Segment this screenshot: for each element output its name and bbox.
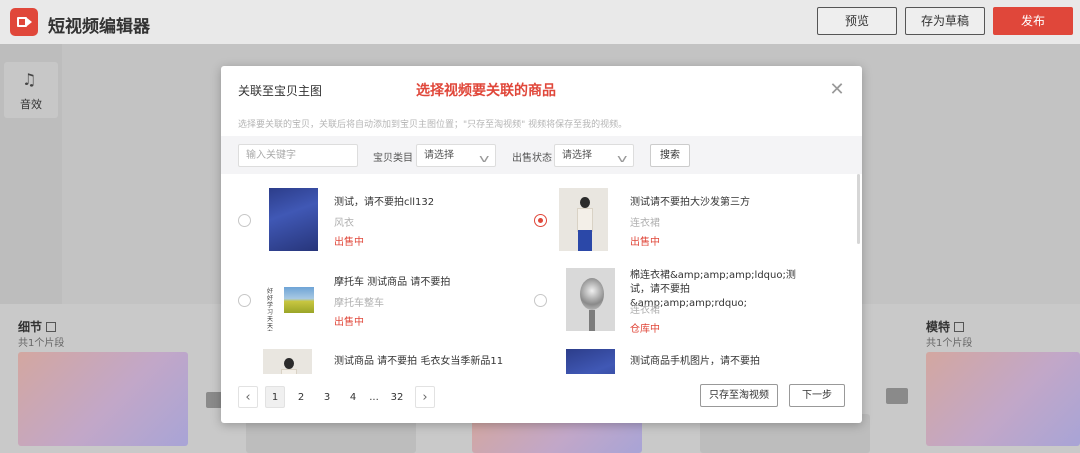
page-button[interactable]: 32 <box>384 386 410 408</box>
product-item[interactable]: 测试请不要拍大沙发第三方 连衣裙 出售中 <box>534 188 834 268</box>
video-camera-icon <box>10 8 38 36</box>
chevron-right-icon[interactable]: › <box>415 386 435 408</box>
segment-count-right: 共1个片段 <box>926 338 973 349</box>
product-name: 测试商品 请不要拍 毛衣女当季新品11 <box>334 356 504 367</box>
category-filter-label: 宝贝类目 <box>373 153 413 164</box>
product-category: 连衣裙 <box>630 305 660 316</box>
status-select[interactable]: 请选择 v <box>554 144 634 167</box>
product-image <box>263 349 312 374</box>
product-status: 出售中 <box>334 237 364 248</box>
product-image <box>559 188 608 251</box>
product-image-text: 好好学习天天向上 <box>267 288 274 331</box>
page-ellipsis: ... <box>369 392 379 403</box>
product-radio[interactable] <box>238 294 251 307</box>
status-select-value: 请选择 <box>562 150 592 161</box>
link-product-dialog: 关联至宝贝主图 选择视频要关联的商品 ✕ 选择要关联的宝贝，关联后将自动添加到宝… <box>221 66 862 423</box>
clip-thumbnail[interactable] <box>18 352 188 446</box>
preview-button[interactable]: 预览 <box>817 7 897 35</box>
product-item[interactable]: 测试商品 请不要拍 毛衣女当季新品11 <box>238 349 538 374</box>
next-step-button[interactable]: 下一步 <box>789 384 845 407</box>
product-item[interactable]: 棉连衣裙&amp;amp;amp;ldquo;测试，请不要拍&amp;amp;a… <box>534 268 834 348</box>
product-item[interactable]: 测试，请不要拍cll132 风衣 出售中 <box>238 188 538 268</box>
status-filter-label: 出售状态 <box>512 153 552 164</box>
product-radio[interactable] <box>534 214 547 227</box>
product-radio[interactable] <box>534 294 547 307</box>
product-name: 摩托车 测试商品 请不要拍 <box>334 277 451 288</box>
clip-thumbnail[interactable] <box>926 352 1080 446</box>
page-button[interactable]: 1 <box>265 386 285 408</box>
category-select-value: 请选择 <box>424 150 454 161</box>
app-title: 短视频编辑器 <box>48 17 150 37</box>
product-item[interactable]: 好好学习天天向上 摩托车 测试商品 请不要拍 摩托车整车 出售中 <box>238 268 538 348</box>
product-item[interactable]: 测试商品手机图片，请不要拍 <box>534 349 834 374</box>
search-button[interactable]: 搜索 <box>650 144 690 167</box>
transition-icon[interactable] <box>886 388 908 404</box>
segment-title-text: 模特 <box>926 320 951 334</box>
product-status: 出售中 <box>334 317 364 328</box>
page-button[interactable]: 2 <box>291 386 311 408</box>
edit-icon[interactable] <box>954 322 965 332</box>
sound-effect-label: 音效 <box>20 98 42 111</box>
chevron-down-icon: v <box>617 152 628 165</box>
page-button[interactable]: 4 <box>343 386 363 408</box>
publish-button[interactable]: 发布 <box>993 7 1073 35</box>
segment-title-left: 细节 <box>18 318 57 335</box>
close-icon[interactable]: ✕ <box>828 81 846 99</box>
filter-bar: 输入关键字 宝贝类目 请选择 v 出售状态 请选择 v 搜索 <box>221 136 862 174</box>
product-status: 仓库中 <box>630 324 660 335</box>
sound-effect-tool[interactable]: ♫ 音效 <box>4 62 58 118</box>
product-image <box>566 349 615 374</box>
sound-effect-icon: ♫ <box>22 70 37 89</box>
dialog-title: 关联至宝贝主图 <box>238 84 323 98</box>
dialog-description: 选择要关联的宝贝，关联后将自动添加到宝贝主图位置；"只存至淘视频" 视频将保存至… <box>238 120 628 130</box>
dialog-annotation: 选择视频要关联的商品 <box>416 83 556 99</box>
chevron-down-icon: v <box>479 152 490 165</box>
product-name: 测试商品手机图片，请不要拍 <box>630 356 760 367</box>
edit-icon[interactable] <box>46 322 57 332</box>
product-name: 测试，请不要拍cll132 <box>334 197 435 208</box>
product-status: 出售中 <box>630 237 660 248</box>
keyword-search-input[interactable]: 输入关键字 <box>238 144 358 167</box>
product-category: 连衣裙 <box>630 218 660 229</box>
segment-title-right: 模特 <box>926 318 965 335</box>
chevron-left-icon[interactable]: ‹ <box>238 386 258 408</box>
product-name: 测试请不要拍大沙发第三方 <box>630 197 750 208</box>
category-select[interactable]: 请选择 v <box>416 144 496 167</box>
product-image <box>269 188 318 251</box>
save-draft-button[interactable]: 存为草稿 <box>905 7 985 35</box>
product-image: 好好学习天天向上 <box>265 268 319 331</box>
page-button[interactable]: 3 <box>317 386 337 408</box>
list-scrollbar[interactable] <box>857 174 860 244</box>
product-list: 测试，请不要拍cll132 风衣 出售中 测试请不要拍大沙发第三方 连衣裙 出售… <box>221 174 862 374</box>
save-to-taobao-only-button[interactable]: 只存至淘视频 <box>700 384 778 407</box>
product-category: 风衣 <box>334 218 354 229</box>
product-image <box>566 268 615 331</box>
product-radio[interactable] <box>238 214 251 227</box>
top-bar: 短视频编辑器 预览 存为草稿 发布 <box>0 0 1080 44</box>
product-category: 摩托车整车 <box>334 298 384 309</box>
segment-title-text: 细节 <box>18 320 43 334</box>
segment-count-left: 共1个片段 <box>18 338 65 349</box>
